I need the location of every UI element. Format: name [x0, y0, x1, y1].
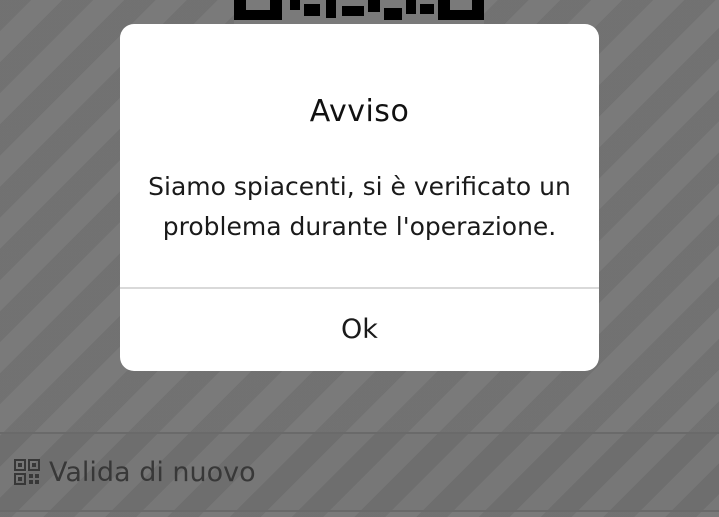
ok-button[interactable]: Ok: [120, 289, 599, 371]
qr-code-icon: [14, 459, 40, 485]
alert-dialog: Avviso Siamo spiacenti, si è verificato …: [120, 24, 599, 371]
qr-code-image: [234, 0, 484, 26]
dialog-title: Avviso: [309, 94, 410, 129]
bottom-action-bar: Valida di nuovo: [0, 432, 719, 512]
dialog-message: Siamo spiacenti, si è verificato un prob…: [148, 172, 571, 241]
revalidate-button[interactable]: Valida di nuovo: [14, 457, 256, 488]
revalidate-label: Valida di nuovo: [49, 456, 256, 488]
